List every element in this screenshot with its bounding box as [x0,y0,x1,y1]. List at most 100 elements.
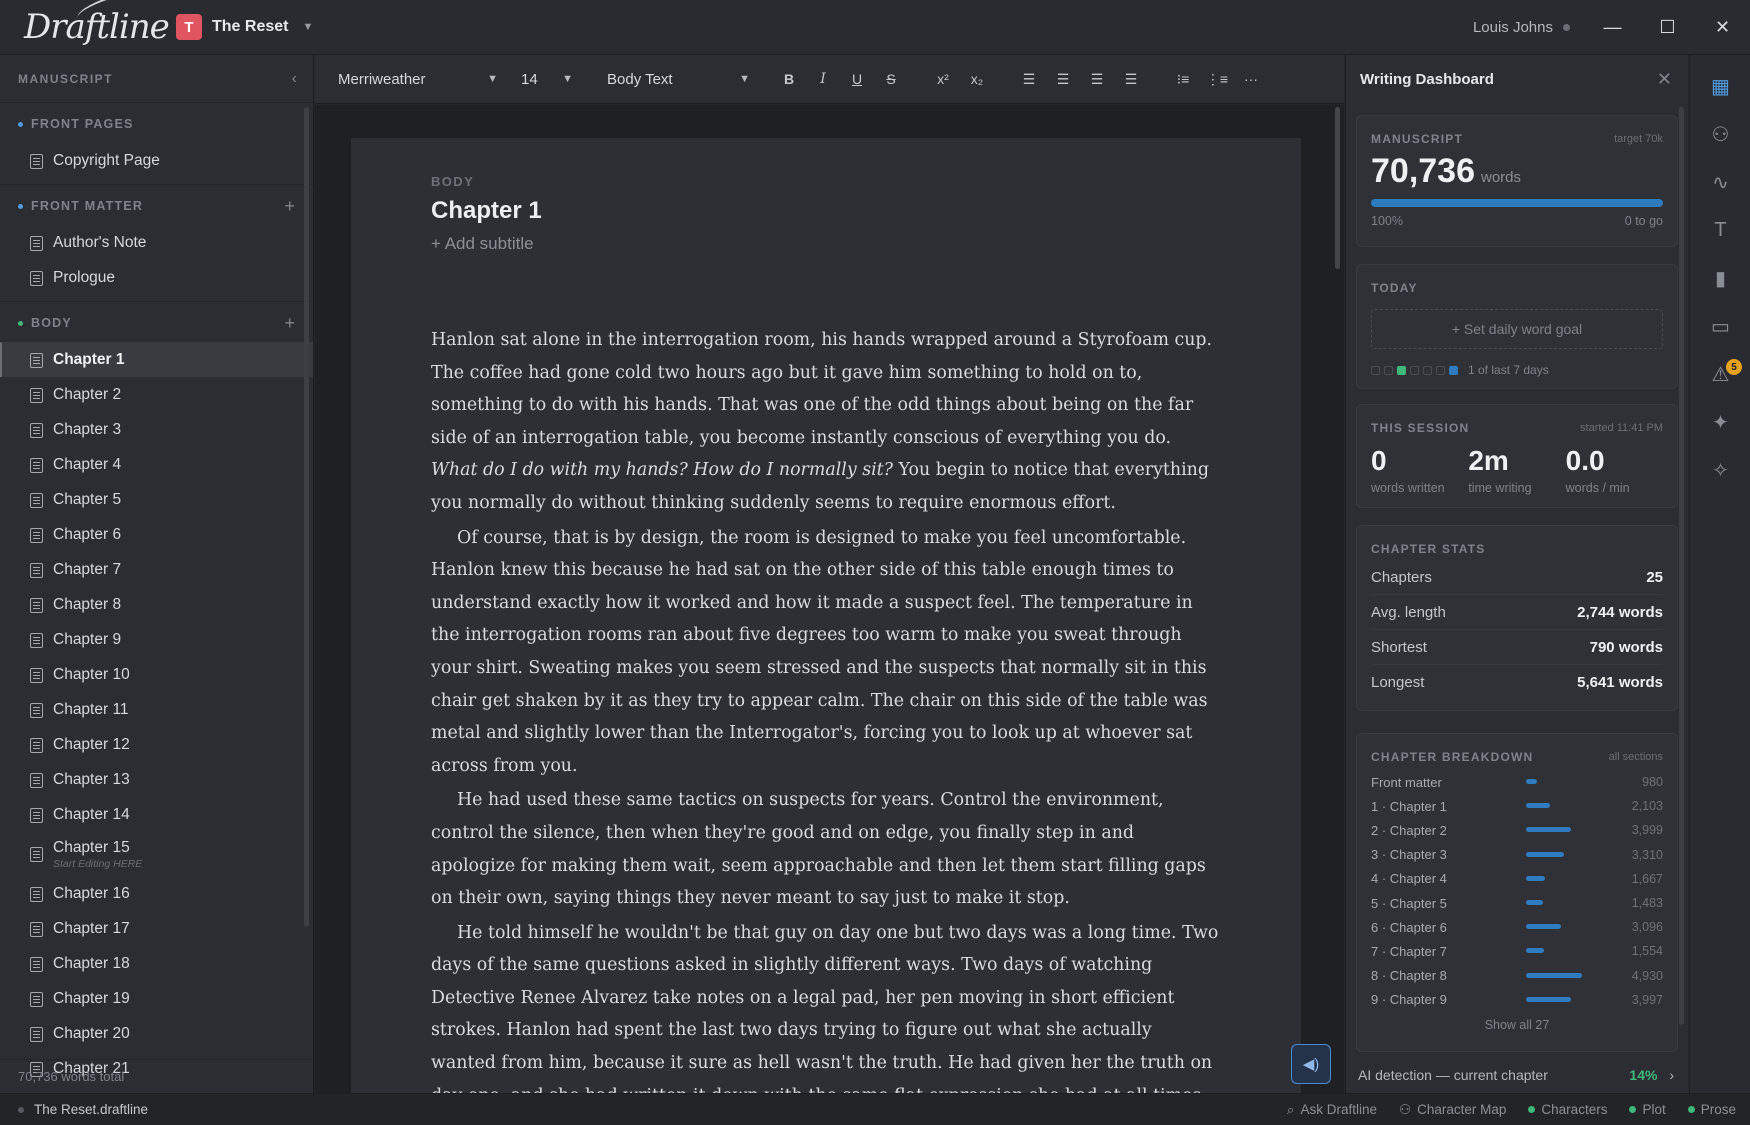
sidebar-scrollbar[interactable] [304,107,309,927]
breakdown-row[interactable]: 7 · Chapter 7 1,554 [1371,939,1663,963]
breakdown-row[interactable]: 8 · Chapter 8 4,930 [1371,964,1663,988]
item-title: Chapter 5 [53,491,122,508]
sidebar-item[interactable]: Author's Note [0,225,313,260]
section-header[interactable]: FRONT PAGES [0,105,313,143]
dashboard-scrollbar[interactable] [1679,107,1684,1025]
item-title: Chapter 11 [53,701,129,718]
sidebar-item[interactable]: Chapter 1 [0,342,313,377]
book-icon[interactable]: ▭ [1690,311,1750,341]
close-icon[interactable]: ✕ [1695,0,1750,55]
sidebar-item-label: Chapter 1 [53,351,125,369]
alert-icon[interactable]: ⚠ 5 [1690,359,1750,389]
user-menu[interactable]: Louis Johns [1473,0,1570,55]
streak-days: 1 of last 7 days [1371,363,1663,377]
breakdown-row[interactable]: 1 · Chapter 1 2,103 [1371,794,1663,818]
sidebar-item[interactable]: Chapter 18 [0,946,313,981]
breakdown-note: all sections [1608,751,1663,763]
sidebar-item[interactable]: Chapter 16 [0,876,313,911]
sidebar-item[interactable]: Chapter 5 [0,482,313,517]
add-subtitle-button[interactable]: + Add subtitle [431,234,534,254]
bullet-list-icon[interactable]: ⁝≡ [1166,71,1200,88]
sidebar-item[interactable]: Chapter 8 [0,587,313,622]
strikethrough-button[interactable]: S [874,71,908,87]
add-item-icon[interactable]: + [284,196,295,217]
day-indicator [1410,365,1419,375]
characters-button[interactable]: Characters [1528,1102,1607,1117]
underline-button[interactable]: U [840,71,874,87]
italic-button[interactable]: I [806,71,840,87]
numbered-list-icon[interactable]: ⋮≡ [1200,71,1234,88]
breakdown-row[interactable]: 9 · Chapter 9 3,997 [1371,988,1663,1012]
superscript-button[interactable]: x² [926,71,960,87]
maximize-icon[interactable]: ☐ [1640,0,1695,55]
ask-draftline-button[interactable]: ⌕ Ask Draftline [1287,1102,1377,1118]
sidebar-item[interactable]: Chapter 9 [0,622,313,657]
document-page[interactable]: BODY Chapter 1 + Add subtitle Hanlon sat… [351,138,1301,1125]
sidebar-item-label: Chapter 11 [53,701,129,719]
ai-detection-row[interactable]: AI detection — current chapter 14% › [1358,1067,1674,1083]
subscript-button[interactable]: x₂ [960,71,994,87]
search-icon: ⌕ [1286,1101,1295,1117]
activity-icon[interactable]: ∿ [1690,167,1750,197]
breakdown-row[interactable]: 6 · Chapter 6 3,096 [1371,915,1663,939]
collapse-sidebar-icon[interactable]: ‹ [292,70,297,88]
typography-icon[interactable]: T [1690,215,1750,245]
dashboard-icon[interactable]: ▦ [1690,71,1750,101]
sidebar-item[interactable]: Chapter 17 [0,911,313,946]
breakdown-name: 8 · Chapter 8 [1371,968,1447,984]
prose-button[interactable]: Prose [1687,1102,1736,1117]
sidebar-item[interactable]: Chapter 12 [0,727,313,762]
bold-button[interactable]: B [772,71,806,87]
align-center-icon[interactable]: ☰ [1046,71,1080,88]
section-header[interactable]: BODY + [0,304,313,342]
character-map-button[interactable]: ⚇ Character Map [1399,1102,1506,1118]
add-item-icon[interactable]: + [284,313,295,334]
ai-sparkles-icon[interactable]: ✧ [1690,455,1750,485]
sidebar-item[interactable]: Chapter 4 [0,447,313,482]
sidebar-item[interactable]: Chapter 6 [0,517,313,552]
project-switcher[interactable]: T The Reset ▼ [176,14,313,40]
align-left-icon[interactable]: ☰ [1012,71,1046,88]
more-options-icon[interactable]: ··· [1234,71,1268,87]
sidebar-item[interactable]: Chapter 14 [0,797,313,832]
sidebar-item[interactable]: Chapter 11 [0,692,313,727]
minimize-icon[interactable]: — [1585,0,1640,55]
sidebar-item[interactable]: Chapter 7 [0,552,313,587]
show-all-button[interactable]: Show all 27 [1371,1018,1663,1032]
plot-button[interactable]: Plot [1629,1102,1666,1117]
breakdown-row[interactable]: Front matter 980 [1371,770,1663,794]
sidebar-item[interactable]: Chapter 3 [0,412,313,447]
breakdown-row[interactable]: 4 · Chapter 4 1,667 [1371,867,1663,891]
breakdown-row[interactable]: 2 · Chapter 2 3,999 [1371,818,1663,842]
sidebar-item[interactable]: Prologue [0,260,313,295]
align-justify-icon[interactable]: ☰ [1114,71,1148,88]
item-note: Start Editing HERE [53,858,143,870]
sidebar-item[interactable]: Chapter 10 [0,657,313,692]
sidebar-item-label: Chapter 17 [53,920,130,938]
editor-scrollbar[interactable] [1335,107,1340,269]
sparkle-icon[interactable]: ✦ [1690,407,1750,437]
sidebar-item[interactable]: Copyright Page [0,143,313,178]
section-header[interactable]: FRONT MATTER + [0,187,313,225]
chapter-title[interactable]: Chapter 1 [431,197,542,225]
characters-icon[interactable]: ⚇ [1690,119,1750,149]
sidebar-item[interactable]: Chapter 13 [0,762,313,797]
font-size-select[interactable]: 14 ▼ [521,71,573,88]
set-daily-goal-button[interactable]: + Set daily word goal [1371,309,1663,349]
paragraph-style-select[interactable]: Body Text ▼ [607,71,750,88]
sidebar-item[interactable]: Chapter 15 Start Editing HERE [0,832,313,876]
align-right-icon[interactable]: ☰ [1080,71,1114,88]
chapter-body[interactable]: Hanlon sat alone in the interrogation ro… [431,324,1221,1125]
close-icon[interactable]: ✕ [1657,69,1672,90]
font-select[interactable]: Merriweather ▼ [338,71,498,88]
sidebar-item[interactable]: Chapter 20 [0,1016,313,1051]
sidebar-item[interactable]: Chapter 19 [0,981,313,1016]
item-title: Chapter 17 [53,920,130,937]
breakdown-row[interactable]: 5 · Chapter 5 1,483 [1371,891,1663,915]
speaker-icon[interactable]: ◀) [1291,1044,1331,1084]
sidebar-item[interactable]: Chapter 2 [0,377,313,412]
breakdown-row[interactable]: 3 · Chapter 3 3,310 [1371,843,1663,867]
dashboard-header: Writing Dashboard ✕ [1346,55,1688,103]
stats-icon[interactable]: ▮ [1690,263,1750,293]
sidebar-item-label: Prologue [53,269,115,287]
